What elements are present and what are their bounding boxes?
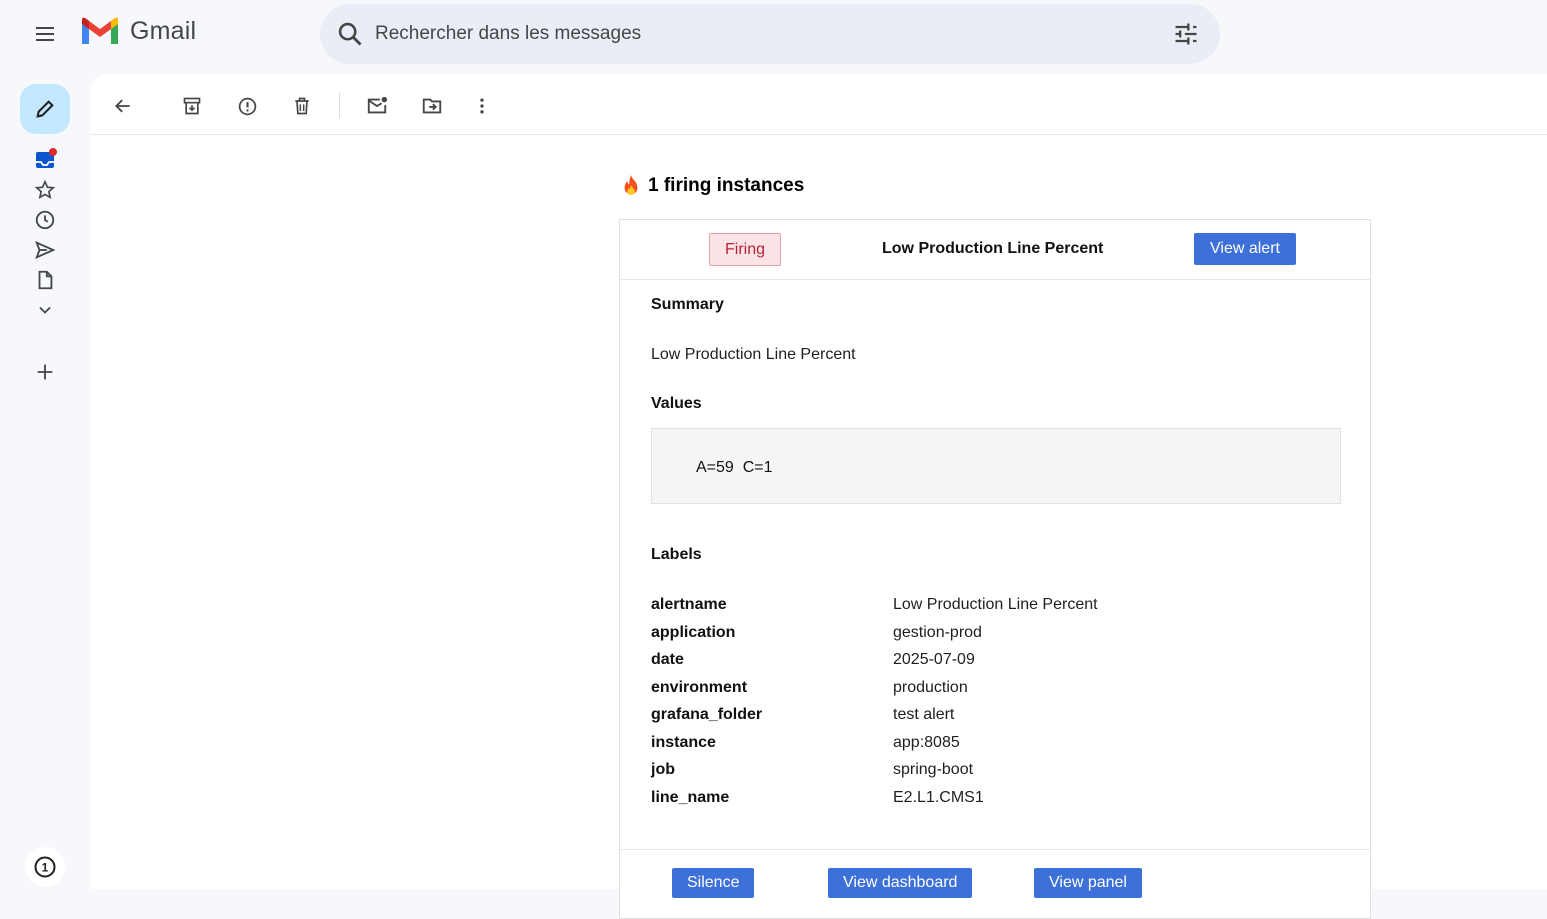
label-key: application: [651, 624, 736, 641]
gmail-logo[interactable]: Gmail: [80, 16, 196, 46]
search-bar[interactable]: [320, 4, 1220, 64]
view-panel-button[interactable]: View panel: [1034, 868, 1142, 898]
nav-snoozed[interactable]: [31, 206, 59, 234]
report-spam-button[interactable]: [232, 91, 262, 121]
values-box: A=59 C=1: [651, 428, 1341, 504]
search-input[interactable]: [375, 18, 1155, 50]
silence-button[interactable]: Silence: [672, 868, 755, 898]
mark-unread-icon: [367, 96, 388, 114]
hamburger-menu-icon: [36, 27, 54, 41]
view-dashboard-button[interactable]: View dashboard: [828, 868, 973, 898]
new-label-button[interactable]: [31, 358, 59, 386]
toolbar-divider: [339, 92, 340, 118]
label-key: date: [651, 651, 684, 668]
more-vertical-icon: [480, 98, 484, 114]
label-value: E2.L1.CMS1: [893, 789, 984, 806]
more-options-button[interactable]: [467, 91, 497, 121]
move-to-button[interactable]: [417, 91, 447, 121]
star-icon: [34, 179, 56, 199]
label-value: app:8085: [893, 734, 960, 751]
values-text: A=59 C=1: [696, 459, 773, 476]
delete-icon: [295, 97, 309, 115]
message-toolbar: [90, 74, 1547, 135]
card-footer-divider: [620, 849, 1370, 850]
nav-drafts[interactable]: [31, 266, 59, 294]
status-badge: Firing: [709, 233, 781, 266]
draft-icon: [38, 270, 53, 290]
alert-card: Firing Low Production Line Percent View …: [619, 219, 1371, 919]
back-button[interactable]: [108, 91, 138, 121]
gmail-m-icon: [82, 17, 118, 44]
alert-title: Low Production Line Percent: [882, 240, 1104, 257]
archive-icon: [183, 97, 201, 115]
summary-text: Low Production Line Percent: [651, 346, 856, 363]
label-value: 2025-07-09: [893, 651, 975, 668]
message-view: 1 firing instances Firing Low Production…: [90, 74, 1547, 919]
nav-inbox[interactable]: [31, 146, 59, 174]
chevron-down-icon: [39, 306, 51, 314]
label-key: line_name: [651, 789, 730, 806]
search-options-icon[interactable]: [1172, 20, 1200, 48]
labels-heading: Labels: [651, 546, 702, 563]
label-value: gestion-prod: [893, 624, 982, 641]
label-key: alertname: [651, 596, 727, 613]
nav-sent[interactable]: [31, 236, 59, 264]
nav-more[interactable]: [31, 296, 59, 324]
label-key: environment: [651, 679, 748, 696]
compose-button[interactable]: [20, 84, 70, 134]
main-menu-button[interactable]: [21, 10, 69, 58]
fire-icon: [624, 175, 638, 196]
clock-icon: [35, 210, 55, 230]
app-name: Gmail: [130, 16, 197, 45]
back-arrow-icon: [115, 99, 130, 113]
pencil-icon: [36, 100, 54, 118]
alert-heading: 1 firing instances: [620, 174, 804, 198]
label-key: instance: [651, 734, 716, 751]
view-alert-button[interactable]: View alert: [1194, 233, 1296, 265]
search-icon[interactable]: [336, 20, 364, 48]
meet-status-button[interactable]: 1: [25, 847, 65, 887]
report-spam-icon: [238, 97, 256, 115]
status-badge-number: 1: [42, 861, 49, 875]
summary-heading: Summary: [651, 296, 724, 313]
send-icon: [35, 240, 56, 260]
status-number-icon: 1: [34, 856, 56, 878]
label-key: job: [651, 761, 675, 778]
alert-card-header: Firing Low Production Line Percent View …: [620, 220, 1370, 280]
top-bar: Gmail: [0, 0, 1547, 68]
inbox-icon: [36, 148, 57, 168]
archive-button[interactable]: [177, 91, 207, 121]
mark-unread-button[interactable]: [362, 91, 392, 121]
label-key: grafana_folder: [651, 706, 763, 723]
left-rail: 1: [0, 68, 90, 889]
label-value: test alert: [893, 706, 955, 723]
delete-button[interactable]: [287, 91, 317, 121]
nav-starred[interactable]: [31, 176, 59, 204]
label-value: spring-boot: [893, 761, 974, 778]
plus-icon: [37, 364, 53, 380]
move-to-icon: [422, 98, 442, 114]
label-value: Low Production Line Percent: [893, 596, 1098, 613]
alert-heading-text: 1 firing instances: [648, 175, 805, 196]
label-value: production: [893, 679, 968, 696]
values-heading: Values: [651, 395, 702, 412]
